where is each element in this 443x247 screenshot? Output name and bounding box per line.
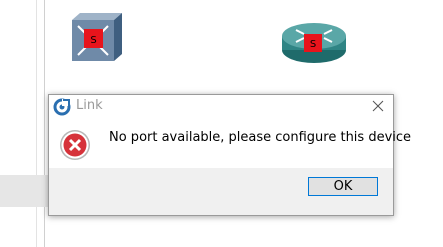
dialog-footer: OK xyxy=(49,168,393,215)
left-panel xyxy=(0,0,45,247)
router-device-icon[interactable]: S xyxy=(280,20,348,66)
close-button[interactable] xyxy=(367,96,389,116)
dialog-title: Link xyxy=(76,98,103,113)
switch-badge-label: S xyxy=(90,35,96,46)
close-icon xyxy=(372,100,384,112)
left-panel-divider xyxy=(36,0,37,247)
link-app-icon xyxy=(53,98,71,116)
router-badge-label: S xyxy=(310,39,316,50)
switch-device-icon[interactable]: S xyxy=(68,12,124,62)
dialog-message: No port available, please configure this… xyxy=(109,130,412,145)
error-icon xyxy=(59,129,91,161)
link-dialog: Link No port available, please configure… xyxy=(48,94,411,216)
dialog-titlebar[interactable]: Link xyxy=(49,95,393,118)
ok-button[interactable]: OK xyxy=(308,177,378,196)
left-panel-selected-row[interactable] xyxy=(0,175,50,207)
dialog-content: No port available, please configure this… xyxy=(49,118,411,168)
